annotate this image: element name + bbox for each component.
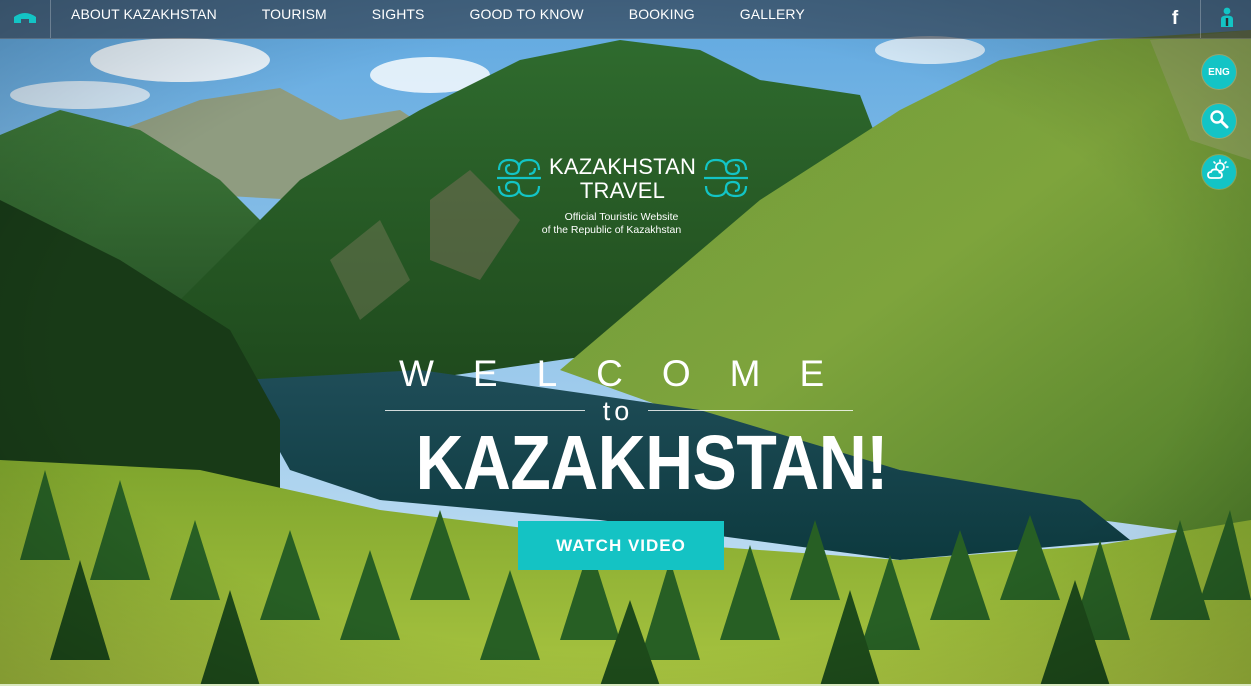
weather-icon xyxy=(1207,158,1231,186)
divider-left xyxy=(385,410,585,411)
home-button[interactable] xyxy=(0,0,51,38)
hero-background xyxy=(0,0,1251,686)
nav-item-about-kazakhstan[interactable]: ABOUT KAZAKHSTAN xyxy=(71,0,217,38)
nav-item-tourism[interactable]: TOURISM xyxy=(262,0,327,38)
nav-item-booking[interactable]: BOOKING xyxy=(629,0,695,38)
welcome-heading: WELCOME xyxy=(399,353,864,394)
user-icon xyxy=(1219,6,1235,33)
nav-item-gallery[interactable]: GALLERY xyxy=(740,0,805,38)
user-button[interactable] xyxy=(1202,0,1251,38)
main-menu: ABOUT KAZAKHSTAN TOURISM SIGHTS GOOD TO … xyxy=(71,0,850,38)
home-icon xyxy=(13,10,37,29)
logo-subtitle-line1: Official Touristic Website xyxy=(564,211,679,223)
weather-button[interactable] xyxy=(1202,155,1236,189)
logo-subtitle-line2: of the Republic of Kazakhstan xyxy=(541,224,682,236)
country-heading: KAZAKHSTAN! xyxy=(415,420,889,506)
nav-item-good-to-know[interactable]: GOOD TO KNOW xyxy=(470,0,584,38)
mountain-landscape-image xyxy=(0,0,1251,686)
top-navigation-bar: ABOUT KAZAKHSTAN TOURISM SIGHTS GOOD TO … xyxy=(0,0,1251,39)
divider-right xyxy=(648,410,853,411)
site-logo[interactable]: KAZAKHSTAN TRAVEL Official Touristic Web… xyxy=(495,154,750,244)
facebook-button[interactable]: f xyxy=(1150,0,1201,38)
search-button[interactable] xyxy=(1202,104,1236,138)
search-icon xyxy=(1209,109,1229,134)
nav-item-sights[interactable]: SIGHTS xyxy=(372,0,425,38)
logo-title-line2: TRAVEL xyxy=(579,178,666,203)
language-button[interactable]: ENG xyxy=(1202,55,1236,89)
watch-video-button[interactable]: WATCH VIDEO xyxy=(518,521,724,570)
logo-title-line1: KAZAKHSTAN xyxy=(548,154,697,179)
facebook-icon: f xyxy=(1171,8,1179,29)
